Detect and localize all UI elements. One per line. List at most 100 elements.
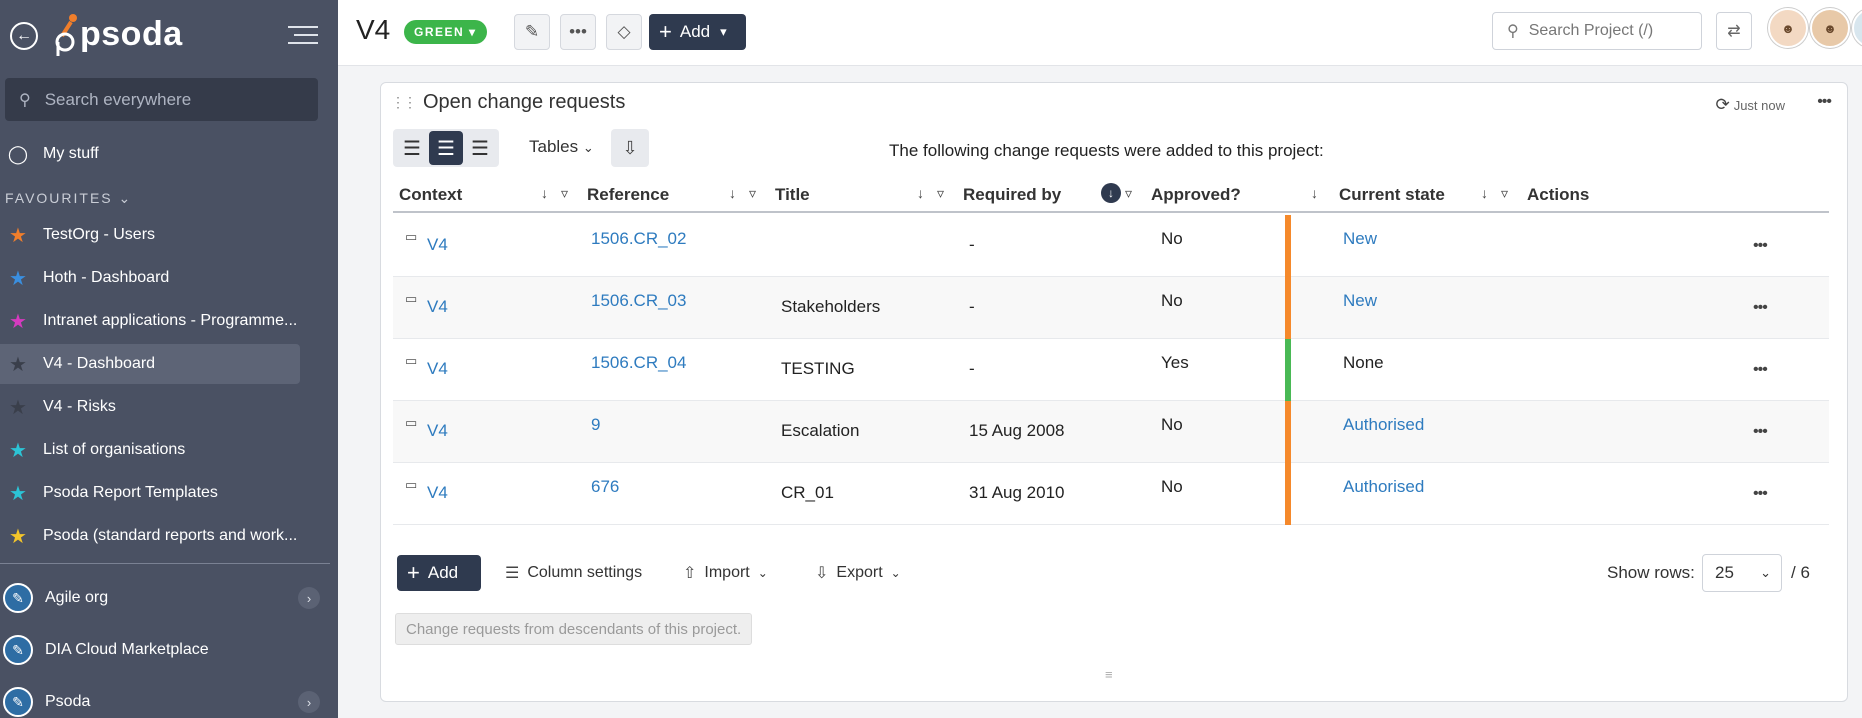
favourites-heading[interactable]: FAVOURITES ⌄ xyxy=(5,190,132,207)
export-button[interactable]: ⇩ Export ⌄ xyxy=(815,563,901,583)
reference-link[interactable]: 1506.CR_04 xyxy=(591,353,686,373)
sidebar-favourite-item[interactable]: ★ Psoda (standard reports and work... xyxy=(0,516,300,556)
table-row[interactable]: ▭ V4 9 Escalation 15 Aug 2008 No Authorised ••• xyxy=(393,401,1829,463)
resize-handle-icon[interactable]: ≡ xyxy=(1105,667,1113,682)
dense-view-button[interactable]: ☰ xyxy=(463,131,497,165)
project-icon: ▭ xyxy=(405,477,418,492)
import-button[interactable]: ⇧ Import ⌄ xyxy=(683,563,768,583)
reference-link[interactable]: 1506.CR_03 xyxy=(591,291,686,311)
context-link[interactable]: V4 xyxy=(427,421,448,441)
chevron-right-icon[interactable]: › xyxy=(298,587,320,609)
sort-arrow-icon[interactable]: ↓ xyxy=(541,185,548,201)
column-settings-button[interactable]: ☰ Column settings xyxy=(505,563,642,583)
compact-view-button[interactable]: ☰ xyxy=(395,131,429,165)
sidebar-org-item[interactable]: ✎ Psoda › xyxy=(0,678,330,718)
required-by-cell: - xyxy=(969,297,975,316)
row-actions-icon[interactable]: ••• xyxy=(1753,423,1768,441)
column-header-current-state[interactable]: Current state xyxy=(1339,185,1445,205)
drag-grip-icon[interactable]: ⋮⋮ xyxy=(391,94,417,111)
chevron-right-icon[interactable]: › xyxy=(298,691,320,713)
descendants-button[interactable]: Change requests from descendants of this… xyxy=(395,613,753,645)
column-header-reference[interactable]: Reference xyxy=(587,185,669,205)
approved-cell: Yes xyxy=(1161,353,1189,372)
table-row[interactable]: ▭ V4 1506.CR_02 - No New ••• xyxy=(393,215,1829,277)
sidebar-org-label: Agile org xyxy=(45,589,109,606)
back-arrow-icon[interactable]: ← xyxy=(10,22,38,50)
table-header: Context ↓ ▿ Reference ↓ ▿ Title ↓ ▿ Requ… xyxy=(393,181,1829,213)
project-search-input[interactable]: ⚲ Search Project (/) xyxy=(1492,12,1702,50)
sort-arrow-icon[interactable]: ↓ xyxy=(1481,185,1488,201)
collapse-menu-icon[interactable] xyxy=(288,26,318,46)
current-state-cell[interactable]: Authorised xyxy=(1343,415,1424,435)
rows-per-page-select[interactable]: 25 ⌄ xyxy=(1702,554,1782,592)
sort-active-icon[interactable]: ↓ xyxy=(1101,183,1121,203)
filter-icon[interactable]: ▿ xyxy=(749,185,756,202)
filter-icon[interactable]: ▿ xyxy=(1125,185,1132,202)
add-button[interactable]: + Add ▾ xyxy=(649,14,746,50)
current-state-cell[interactable]: Authorised xyxy=(1343,477,1424,497)
list-icon: ☰ xyxy=(437,137,455,160)
panel-title: Open change requests xyxy=(423,91,626,113)
swap-icon: ⇄ xyxy=(1727,23,1741,40)
switch-view-button[interactable]: ⇄ xyxy=(1716,12,1752,50)
filter-icon[interactable]: ▿ xyxy=(937,185,944,202)
row-actions-icon[interactable]: ••• xyxy=(1753,485,1768,503)
row-actions-icon[interactable]: ••• xyxy=(1753,299,1768,317)
sidebar-favourite-item[interactable]: ★ V4 - Risks xyxy=(0,387,300,427)
status-badge[interactable]: GREEN ▾ xyxy=(404,20,487,44)
sidebar-org-item[interactable]: ✎ DIA Cloud Marketplace xyxy=(0,626,330,674)
sort-arrow-icon[interactable]: ↓ xyxy=(729,185,736,201)
current-state-cell[interactable]: New xyxy=(1343,291,1377,311)
table-row[interactable]: ▭ V4 676 CR_01 31 Aug 2010 No Authorised ••• xyxy=(393,463,1829,525)
column-header-title[interactable]: Title xyxy=(775,185,810,205)
add-change-request-button[interactable]: + Add xyxy=(397,555,481,591)
reference-link[interactable]: 9 xyxy=(591,415,600,435)
sidebar-favourite-item[interactable]: ★ TestOrg - Users xyxy=(0,215,300,255)
sidebar-favourite-item[interactable]: ★ Hoth - Dashboard xyxy=(0,258,300,298)
sidebar-item-label: Psoda Report Templates xyxy=(43,484,218,501)
chevron-down-icon: ⌄ xyxy=(1760,565,1771,580)
column-header-required-by[interactable]: Required by xyxy=(963,185,1061,205)
more-options-button[interactable]: ••• xyxy=(560,14,596,50)
download-button[interactable]: ⇩ xyxy=(611,129,649,167)
sidebar-favourite-item[interactable]: ★ Intranet applications - Programme... xyxy=(0,301,300,341)
table-row[interactable]: ▭ V4 1506.CR_03 Stakeholders - No New ••• xyxy=(393,277,1829,339)
row-actions-icon[interactable]: ••• xyxy=(1753,361,1768,379)
context-link[interactable]: V4 xyxy=(427,359,448,379)
sidebar-org-item[interactable]: ✎ Agile org › xyxy=(0,574,330,622)
sidebar-favourite-item[interactable]: ★ V4 - Dashboard xyxy=(0,344,300,384)
normal-view-button[interactable]: ☰ xyxy=(429,131,463,165)
avatar[interactable]: ☻ xyxy=(1810,8,1850,48)
psoda-logo[interactable]: psoda xyxy=(54,12,183,56)
context-link[interactable]: V4 xyxy=(427,297,448,317)
refresh-button[interactable]: ⟳ Just now xyxy=(1715,95,1785,115)
column-header-context[interactable]: Context xyxy=(399,185,462,205)
reference-link[interactable]: 676 xyxy=(591,477,619,497)
sidebar-favourite-item[interactable]: ★ List of organisations xyxy=(0,430,300,470)
sidebar-search-input[interactable]: ⚲ Search everywhere xyxy=(5,78,318,121)
sidebar-item-my-stuff[interactable]: ◯ My stuff xyxy=(0,134,300,174)
sort-arrow-icon[interactable]: ↓ xyxy=(1311,185,1318,201)
filter-icon[interactable]: ▿ xyxy=(1501,185,1508,202)
sidebar-favourite-item[interactable]: ★ Psoda Report Templates xyxy=(0,473,300,513)
avatar[interactable]: ☻ xyxy=(1852,8,1862,48)
tag-button[interactable]: ◇ xyxy=(606,14,642,50)
edit-button[interactable]: ✎ xyxy=(514,14,550,50)
reference-link[interactable]: 1506.CR_02 xyxy=(591,229,686,249)
status-label: GREEN xyxy=(414,25,465,39)
star-icon: ★ xyxy=(9,224,27,247)
context-link[interactable]: V4 xyxy=(427,235,448,255)
star-icon: ★ xyxy=(9,396,27,419)
tables-dropdown[interactable]: Tables ⌄ xyxy=(529,137,594,157)
sort-arrow-icon[interactable]: ↓ xyxy=(917,185,924,201)
sidebar-search-placeholder: Search everywhere xyxy=(44,89,192,109)
context-link[interactable]: V4 xyxy=(427,483,448,503)
sidebar-item-label: TestOrg - Users xyxy=(43,226,156,243)
filter-icon[interactable]: ▿ xyxy=(561,185,568,202)
row-actions-icon[interactable]: ••• xyxy=(1753,237,1768,255)
table-row[interactable]: ▭ V4 1506.CR_04 TESTING - Yes None ••• xyxy=(393,339,1829,401)
column-header-approved[interactable]: Approved? xyxy=(1151,185,1241,205)
avatar[interactable]: ☻ xyxy=(1768,8,1808,48)
current-state-cell[interactable]: New xyxy=(1343,229,1377,249)
panel-menu-button[interactable]: ••• xyxy=(1817,93,1832,111)
